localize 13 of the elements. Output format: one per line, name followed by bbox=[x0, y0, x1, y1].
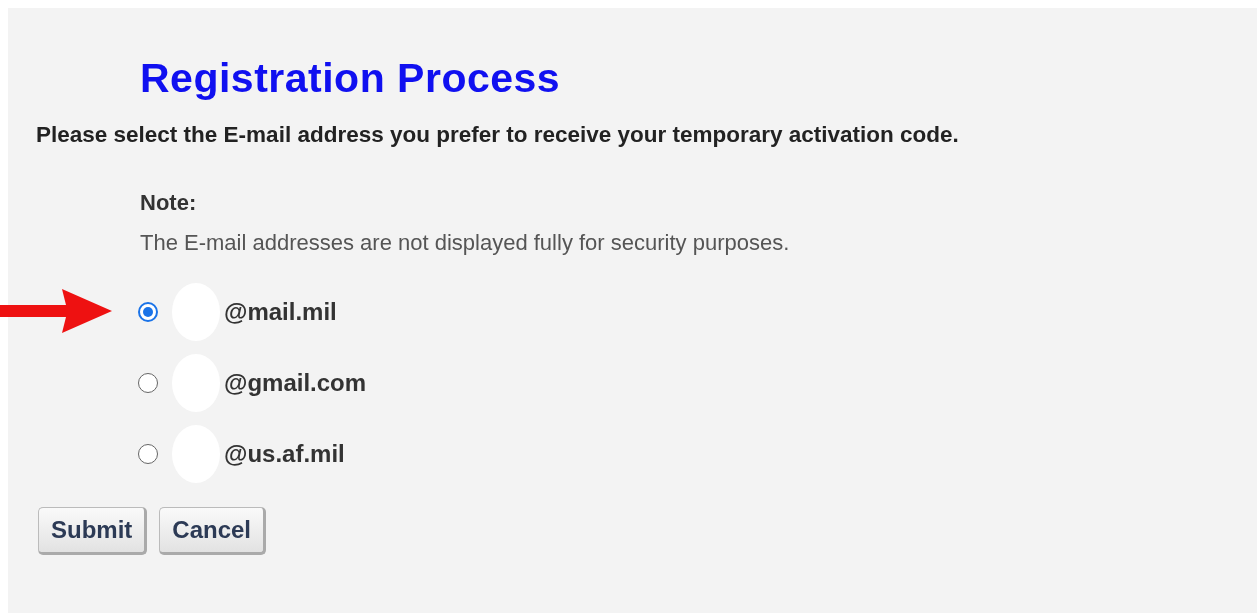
cancel-button[interactable]: Cancel bbox=[159, 507, 267, 555]
email-option[interactable]: @us.af.mil bbox=[224, 439, 345, 468]
arrow-icon bbox=[0, 287, 112, 335]
submit-button[interactable]: Submit bbox=[38, 507, 148, 555]
note-text: The E-mail addresses are not displayed fully for security purposes. bbox=[140, 230, 791, 256]
radio-button[interactable] bbox=[138, 301, 158, 322]
instruction-text: Please select the E-mail address you prefer to receive your temporary activation code. bbox=[36, 122, 960, 148]
radio-button[interactable] bbox=[138, 372, 158, 393]
email-option[interactable]: @gmail.com bbox=[224, 368, 367, 397]
note-label: Note: bbox=[140, 190, 198, 216]
page-title: Registration Process bbox=[140, 54, 562, 102]
email-option[interactable]: @mail.mil bbox=[224, 297, 337, 326]
radio-button[interactable] bbox=[138, 443, 158, 464]
